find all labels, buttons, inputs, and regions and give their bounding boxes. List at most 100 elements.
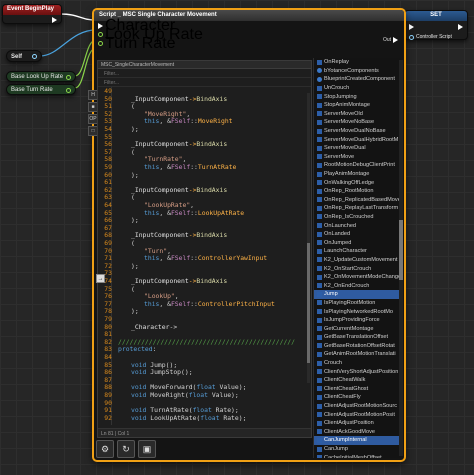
member-list-item[interactable]: OnRep_ReplicatedBasedMove <box>314 196 401 205</box>
member-list-item[interactable]: OnLanded <box>314 230 401 239</box>
member-list-item[interactable]: GetAnimRootMotionTranslati <box>314 350 401 359</box>
save-button[interactable]: ▣ <box>138 440 156 458</box>
member-list-item[interactable]: GetCurrentMontage <box>314 324 401 333</box>
turn-rate-in-pin[interactable] <box>98 41 103 46</box>
editor-filter-2[interactable]: Filter... <box>98 78 311 87</box>
self-out-pin[interactable] <box>32 54 37 59</box>
member-list-item[interactable]: OnReplay <box>314 58 401 67</box>
member-list-item[interactable]: PlayAnimMontage <box>314 170 401 179</box>
member-list-item[interactable]: OnJumped <box>314 238 401 247</box>
member-list-item[interactable]: StopJumping <box>314 92 401 101</box>
member-list-item[interactable]: ClientAdjustPosition <box>314 419 401 428</box>
member-list-item[interactable]: IsPlayingRootMotion <box>314 299 401 308</box>
member-list-item-label: ClientAdjustRootMotionSourc <box>324 403 398 410</box>
member-list-item-label: RootMotionDebugClientPrint <box>324 162 395 169</box>
member-list-item[interactable]: IsPlayingNetworkedRootMo <box>314 307 401 316</box>
member-list-item[interactable]: ServerMove <box>314 153 401 162</box>
member-list-item[interactable]: OnRep_RootMotion <box>314 187 401 196</box>
member-list-item[interactable]: ServerMoveDualNoBase <box>314 127 401 136</box>
member-list-scrollbar[interactable] <box>399 60 403 456</box>
turn-rate-out-pin[interactable] <box>66 87 71 93</box>
function-icon <box>317 309 322 315</box>
pin-turn-rate-label: Turn Rate <box>105 34 176 52</box>
member-list-item[interactable]: LaunchCharacter <box>314 247 401 256</box>
member-list-item[interactable]: ServerMoveDual <box>314 144 401 153</box>
function-icon <box>317 59 322 65</box>
event-beginplay-node[interactable]: Event BeginPlay <box>2 4 62 24</box>
look-up-rate-in-pin[interactable] <box>98 32 103 37</box>
member-list-item-label: CacheInitialMeshOffset <box>324 454 382 458</box>
line-text: _InputComponent->BindAxis <box>131 231 228 240</box>
set-node[interactable]: SET Controller Script <box>404 10 468 40</box>
member-list-item[interactable]: ServerMoveNoBase <box>314 118 401 127</box>
function-icon <box>317 248 322 254</box>
pin-turn-rate[interactable]: Turn Rate <box>94 35 404 52</box>
member-list-item[interactable]: OnLaunched <box>314 221 401 230</box>
autocomplete-button[interactable]: → <box>96 274 105 283</box>
member-list-item[interactable]: bYotanceComponents <box>314 67 401 76</box>
member-list-item[interactable]: K2_OnMovementModeChanged <box>314 273 401 282</box>
base-look-up-rate-node[interactable]: Base Look Up Rate <box>6 71 76 82</box>
set-exec-out-pin[interactable] <box>458 24 463 30</box>
script-out-pin[interactable]: Out <box>383 37 398 43</box>
exec-out-pin[interactable] <box>52 17 57 23</box>
member-list-item[interactable]: ClientCheatWalk <box>314 376 401 385</box>
member-list-item[interactable]: GetBaseTranslationOffset <box>314 333 401 342</box>
base-look-up-rate-label: Base Look Up Rate <box>11 74 64 80</box>
member-list-item[interactable]: Crouch <box>314 359 401 368</box>
member-list-item[interactable]: CacheInitialMeshOffset <box>314 453 401 458</box>
function-icon <box>317 197 322 203</box>
editor-tab[interactable]: MSC_SingleCharacterMovement <box>98 61 311 69</box>
member-list-item[interactable]: OnRep_IsCrouched <box>314 213 401 222</box>
line-text: ); <box>131 170 139 179</box>
member-list-item[interactable]: StopAnimMontage <box>314 101 401 110</box>
member-list-item[interactable]: K2_UpdateCustomMovement <box>314 256 401 265</box>
member-list-item[interactable]: Jump <box>314 290 401 299</box>
compile-button[interactable]: ⚙ <box>96 440 114 458</box>
script-out-label: Out <box>382 37 391 43</box>
code-editor[interactable]: MSC_SingleCharacterMovement Filter... Fi… <box>97 60 312 438</box>
member-list-item[interactable]: ClientVeryShortAdjustPosition <box>314 367 401 376</box>
member-list-item[interactable]: IsJumpProvidingForce <box>314 316 401 325</box>
member-list-item[interactable]: K2_OnStartCrouch <box>314 264 401 273</box>
member-list-item[interactable]: ClientCheatGhost <box>314 385 401 394</box>
member-list-item[interactable]: GetBaseRotationOffsetRotat <box>314 342 401 351</box>
editor-filter-1[interactable]: Filter... <box>98 69 311 78</box>
editor-scroll-thumb[interactable] <box>307 243 310 363</box>
function-icon <box>317 420 322 426</box>
member-list-item[interactable]: RootMotionDebugClientPrint <box>314 161 401 170</box>
member-list-scroll-thumb[interactable] <box>399 220 403 280</box>
member-list-item[interactable]: ClientAckGoodMove <box>314 428 401 437</box>
script-exec-out-pin[interactable] <box>393 37 398 43</box>
member-list-item[interactable]: ClientCheatFly <box>314 393 401 402</box>
member-list-item[interactable]: CanJumpInternal <box>314 436 401 445</box>
member-list-item-label: GetCurrentMontage <box>324 325 374 332</box>
code-area[interactable]: 49 50 _InputComponent->BindAxis 51(52 "MoveR… <box>98 87 308 425</box>
self-node[interactable]: Self <box>6 50 42 62</box>
member-list-item[interactable]: BlueprintCreatedComponent <box>314 75 401 84</box>
member-list-item[interactable]: OnRep_ReplayLastTransform <box>314 204 401 213</box>
member-list-item[interactable]: OnWalkingOffLedge <box>314 178 401 187</box>
set-exec-in-pin[interactable] <box>409 24 414 30</box>
member-list-item-label: OnReplay <box>324 59 349 66</box>
member-list-item[interactable]: ServerMoveDualHybridRootM <box>314 135 401 144</box>
member-list-item[interactable]: ClientAdjustRootMotionPosit <box>314 410 401 419</box>
compile-icon: ⚙ <box>100 443 110 454</box>
base-turn-rate-node[interactable]: Base Turn Rate <box>6 84 76 95</box>
member-list-item[interactable]: CanJump <box>314 445 401 454</box>
editor-scrollbar[interactable] <box>307 93 310 383</box>
exec-in-pin[interactable] <box>98 22 103 29</box>
member-list-item[interactable]: K2_OnEndCrouch <box>314 281 401 290</box>
member-list-item-label: K2_UpdateCustomMovement <box>324 256 398 263</box>
member-list-item[interactable]: ClientAdjustRootMotionSourc <box>314 402 401 411</box>
member-list-item[interactable]: UnCrouch <box>314 84 401 93</box>
look-up-rate-out-pin[interactable] <box>66 74 71 80</box>
function-icon <box>317 128 322 134</box>
member-list-item-label: StopAnimMontage <box>324 102 371 109</box>
refresh-button[interactable]: ↻ <box>117 440 135 458</box>
member-list[interactable]: OnReplay bYotanceComponents BlueprintCreat… <box>313 58 401 458</box>
member-list-item[interactable]: ServerMoveOld <box>314 110 401 119</box>
member-list-item-label: GetBaseTranslationOffset <box>324 334 389 341</box>
controller-script-pin[interactable] <box>409 34 414 40</box>
line-text: void MoveRight(float Value); <box>131 391 239 399</box>
